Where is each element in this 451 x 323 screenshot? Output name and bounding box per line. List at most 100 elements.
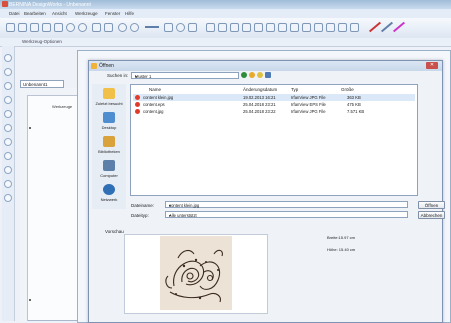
desktop-icon	[103, 112, 115, 123]
curve-tool-icon[interactable]	[176, 23, 185, 32]
measure-icon[interactable]	[4, 166, 12, 174]
align-center-icon[interactable]	[218, 23, 227, 32]
stitch-red-icon[interactable]	[368, 21, 382, 33]
column-date[interactable]: Änderungsdatum	[243, 87, 277, 92]
filename-input[interactable]: content klein.jpg ▾	[165, 201, 408, 208]
open-button[interactable]: Öffnen	[418, 201, 445, 209]
look-in-combo[interactable]: Muster 1 ▾	[131, 72, 239, 79]
place-computer-label: Computer	[100, 173, 118, 178]
redo-icon[interactable]	[78, 23, 87, 32]
stitch-pink-icon[interactable]	[392, 21, 406, 33]
place-network-label: Netzwerk	[100, 197, 118, 202]
file-name: content.jpg	[143, 109, 164, 114]
file-row[interactable]: content.eps 25.04.2018 23:21 IrfanView E…	[133, 101, 415, 108]
group-icon[interactable]	[254, 23, 263, 32]
menu-bar: Datei Bearbeiten Ansicht Werkzeuge Fenst…	[0, 9, 451, 18]
main-toolbar	[0, 18, 451, 39]
file-type: IrfanView JPG File	[291, 95, 326, 100]
column-size[interactable]: Größe	[341, 87, 354, 92]
bring-front-icon[interactable]	[314, 23, 323, 32]
file-row[interactable]: content.jpg 25.04.2018 23:22 IrfanView J…	[133, 108, 415, 115]
eraser-icon[interactable]	[4, 152, 12, 160]
print-icon[interactable]	[42, 23, 51, 32]
select-arrow-icon[interactable]	[4, 54, 12, 62]
file-row[interactable]: content klein.jpg 19.02.2013 16:21 Irfan…	[133, 94, 415, 101]
chevron-down-icon: ▾	[169, 203, 172, 208]
dialog-title-bar: Öffnen ✕	[89, 61, 442, 71]
shape-icon[interactable]	[4, 96, 12, 104]
view-menu-icon[interactable]	[265, 72, 271, 78]
align-top-icon[interactable]	[278, 23, 287, 32]
eps-file-icon	[135, 102, 140, 107]
file-list[interactable]: Name Änderungsdatum Typ Größe content kl…	[130, 84, 418, 196]
ellipse-tool-icon[interactable]	[130, 23, 139, 32]
send-back-icon[interactable]	[326, 23, 335, 32]
select-tool-icon[interactable]	[92, 23, 101, 32]
document-tab[interactable]: Unbenannt1	[20, 80, 64, 88]
paisley-design-preview	[160, 236, 232, 310]
fill-icon[interactable]	[4, 138, 12, 146]
combine-icon[interactable]	[338, 23, 347, 32]
place-libraries-label: Bibliotheken	[98, 149, 120, 154]
up-folder-icon[interactable]	[249, 72, 255, 78]
undo-icon[interactable]	[66, 23, 75, 32]
text-tool-icon[interactable]	[188, 23, 197, 32]
file-date: 19.02.2013 16:21	[243, 95, 276, 100]
back-icon[interactable]	[241, 72, 247, 78]
chevron-down-icon: ▾	[169, 213, 172, 218]
node-tool-icon[interactable]	[104, 23, 113, 32]
filetype-label: Dateityp:	[131, 213, 149, 218]
distribute-icon[interactable]	[242, 23, 251, 32]
menu-hilfe[interactable]: Hilfe	[125, 11, 134, 16]
align-bottom-icon[interactable]	[302, 23, 311, 32]
tool-options-label: Werkzeug-Optionen	[22, 39, 62, 44]
look-in-label: Suchen in:	[107, 73, 129, 78]
new-file-icon[interactable]	[6, 23, 15, 32]
tool-options-bar: Werkzeug-Optionen	[0, 38, 451, 47]
column-type[interactable]: Typ	[291, 87, 298, 92]
menu-werkzeuge[interactable]: Werkzeuge	[75, 11, 98, 16]
text-icon[interactable]	[4, 180, 12, 188]
menu-ansicht[interactable]: Ansicht	[52, 11, 67, 16]
align-left-icon[interactable]	[206, 23, 215, 32]
stitch-blue-icon[interactable]	[380, 21, 394, 33]
circle-tool-icon[interactable]	[118, 23, 127, 32]
workspace-panel-label: Werkzeuge	[52, 104, 73, 109]
file-date: 25.04.2018 23:21	[243, 102, 276, 107]
file-size: 475 KB	[347, 102, 361, 107]
place-recent[interactable]: Zuletzt besucht	[92, 88, 126, 106]
filetype-select[interactable]: Alle unterstützt ▾	[165, 211, 408, 218]
menu-fenster[interactable]: Fenster	[105, 11, 120, 16]
stitch-icon[interactable]	[4, 194, 12, 202]
zoom-icon[interactable]	[4, 68, 12, 76]
document-tab-label: Unbenannt1	[23, 82, 48, 87]
brush-icon[interactable]	[4, 124, 12, 132]
dialog-close-button[interactable]: ✕	[426, 62, 438, 69]
ungroup-icon[interactable]	[266, 23, 275, 32]
line-tool-icon[interactable]	[145, 26, 159, 28]
place-desktop[interactable]: Desktop	[92, 112, 126, 130]
pen-tool-icon[interactable]	[164, 23, 173, 32]
menu-datei[interactable]: Datei	[9, 11, 20, 16]
align-right-icon[interactable]	[230, 23, 239, 32]
align-middle-icon[interactable]	[290, 23, 299, 32]
computer-icon	[103, 160, 115, 171]
place-libraries[interactable]: Bibliotheken	[92, 136, 126, 154]
chevron-down-icon: ▾	[135, 74, 138, 79]
save-icon[interactable]	[30, 23, 39, 32]
list-icon[interactable]	[350, 23, 359, 32]
pencil-icon[interactable]	[4, 110, 12, 118]
open-file-icon[interactable]	[18, 23, 27, 32]
column-name[interactable]: Name	[149, 87, 161, 92]
app-logo-icon	[2, 1, 8, 7]
new-folder-icon[interactable]	[257, 72, 263, 78]
hand-icon[interactable]	[4, 82, 12, 90]
menu-bearbeiten[interactable]: Bearbeiten	[24, 11, 46, 16]
cancel-button[interactable]: Abbrechen	[418, 211, 445, 219]
ruler-vertical	[20, 95, 31, 321]
place-network[interactable]: Netzwerk	[92, 184, 126, 202]
copy-icon[interactable]	[54, 23, 63, 32]
place-computer[interactable]: Computer	[92, 160, 126, 178]
jpg-file-icon	[135, 95, 140, 100]
file-type: IrfanView JPG File	[291, 109, 326, 114]
